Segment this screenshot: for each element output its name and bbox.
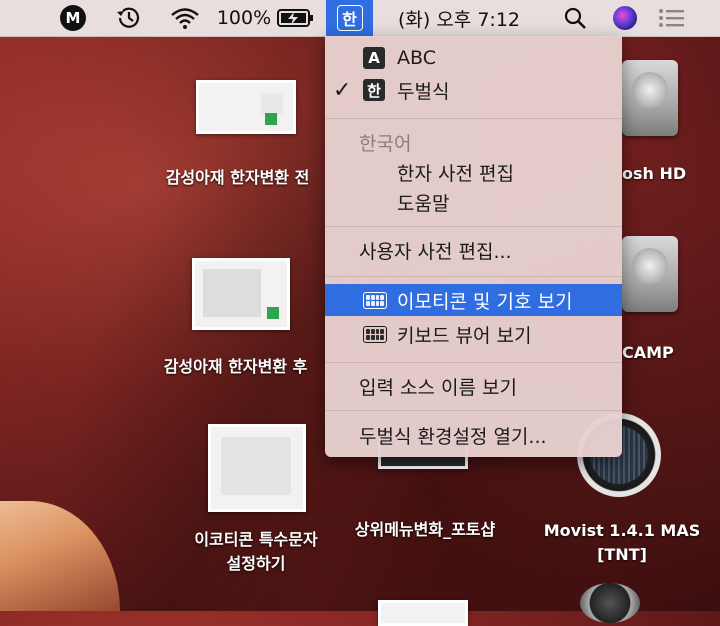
input-source-icon[interactable]: 한 <box>326 0 373 36</box>
movist-label[interactable]: Movist 1.4.1 MAS [TNT] <box>532 519 712 567</box>
file-thumbnail-3[interactable] <box>208 424 306 512</box>
checkmark-icon: ✓ <box>333 77 352 103</box>
emoji-viewer-icon <box>363 291 387 309</box>
menu-item-help-label: 도움말 <box>397 192 450 215</box>
time-machine-icon[interactable] <box>112 0 146 36</box>
menu-section-korean-label: 한국어 <box>359 132 412 155</box>
menu-item-abc[interactable]: A ABC <box>325 42 622 74</box>
menu-item-help[interactable]: 도움말 <box>325 186 622 218</box>
movist-label-line2: [TNT] <box>597 545 647 564</box>
file-label-1[interactable]: 감성아재 한자변환 전 <box>150 166 325 190</box>
menu-section-korean: 한국어 <box>325 126 622 158</box>
menu-item-show-input-name-label: 입력 소스 이름 보기 <box>359 376 517 399</box>
lens-app-icon[interactable] <box>580 583 640 623</box>
keyboard-icon <box>363 325 387 343</box>
file-label-2[interactable]: 감성아재 한자변환 후 <box>148 355 323 379</box>
menu-item-abc-label: ABC <box>397 47 436 69</box>
movist-label-line1: Movist 1.4.1 MAS <box>543 521 701 540</box>
m-app-icon[interactable]: M <box>58 0 88 36</box>
menu-bar: M 100% 한 (화) 오후 7:12 <box>0 0 720 37</box>
hard-drive-icon[interactable] <box>622 60 678 136</box>
file-thumbnail-2[interactable] <box>192 258 290 330</box>
menu-item-dubeolsik-label: 두벌식 <box>397 80 450 103</box>
file-label-3-line1: 이코티콘 특수문자 <box>194 530 318 549</box>
notification-center-icon[interactable] <box>654 0 690 36</box>
menubar-datetime[interactable]: (화) 오후 7:12 <box>392 0 526 36</box>
han-badge-icon: 한 <box>363 79 385 101</box>
spotlight-search-icon[interactable] <box>558 0 592 36</box>
abc-badge-icon: A <box>363 47 385 69</box>
menu-item-hanja-dictionary-label: 한자 사전 편집 <box>397 162 514 185</box>
file-thumbnail-1[interactable] <box>196 80 296 134</box>
menu-item-hanja-dictionary[interactable]: 한자 사전 편집 <box>325 156 622 188</box>
file-label-3-line2: 설정하기 <box>226 554 286 573</box>
menu-separator <box>325 118 622 119</box>
menu-separator <box>325 226 622 227</box>
menu-item-user-dictionary[interactable]: 사용자 사전 편집... <box>325 234 622 266</box>
menu-item-emoji-symbols[interactable]: 이모티콘 및 기호 보기 <box>325 284 622 316</box>
menu-item-open-preferences[interactable]: 두벌식 환경설정 열기... <box>325 419 622 451</box>
menu-item-dubeolsik[interactable]: ✓ 한 두벌식 <box>325 74 622 106</box>
menu-separator <box>325 410 622 411</box>
siri-icon[interactable] <box>610 0 640 36</box>
menu-item-open-preferences-label: 두벌식 환경설정 열기... <box>359 425 547 448</box>
hdd-label-1[interactable]: osh HD <box>622 162 702 186</box>
file-label-3[interactable]: 이코티콘 특수문자 설정하기 <box>176 528 336 576</box>
file-thumbnail-5[interactable] <box>378 600 468 626</box>
battery-charging-icon[interactable] <box>273 0 319 36</box>
hdd-label-2[interactable]: CAMP <box>622 341 702 365</box>
menu-item-user-dictionary-label: 사용자 사전 편집... <box>359 240 512 263</box>
menu-item-keyboard-viewer-label: 키보드 뷰어 보기 <box>397 324 532 347</box>
bootcamp-drive-icon[interactable] <box>622 236 678 312</box>
menu-item-show-input-name[interactable]: 입력 소스 이름 보기 <box>325 370 622 402</box>
battery-percentage: 100% <box>216 7 272 29</box>
file-label-4[interactable]: 상위메뉴변화_포토샵 <box>340 518 510 542</box>
menu-item-emoji-symbols-label: 이모티콘 및 기호 보기 <box>397 290 573 313</box>
menu-separator <box>325 276 622 277</box>
input-source-menu: A ABC ✓ 한 두벌식 한국어 한자 사전 편집 도움말 사용자 사전 편집… <box>325 36 622 457</box>
wifi-icon[interactable] <box>168 0 202 36</box>
menu-separator <box>325 362 622 363</box>
menu-item-keyboard-viewer[interactable]: 키보드 뷰어 보기 <box>325 318 622 350</box>
